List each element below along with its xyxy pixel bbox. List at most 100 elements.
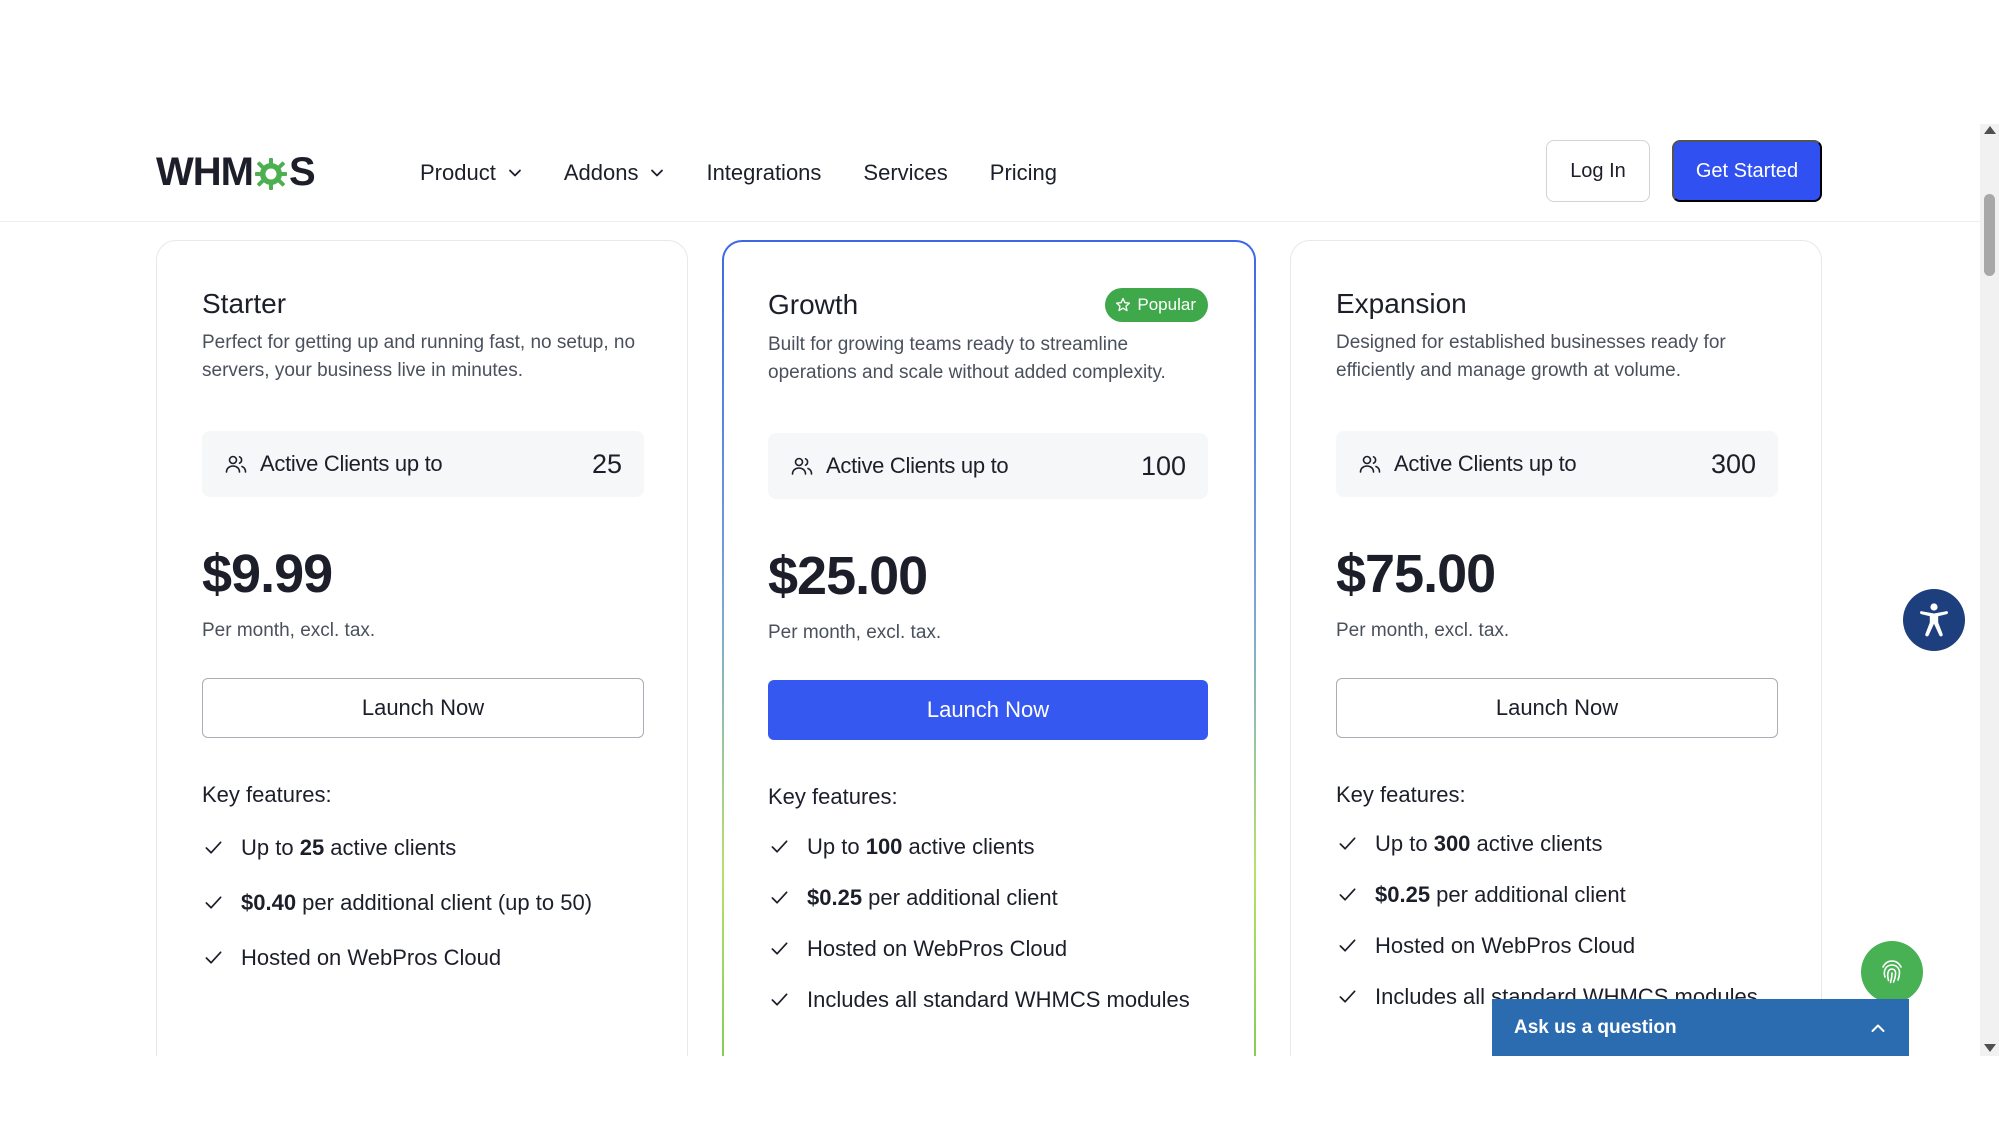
active-clients-value: 300 bbox=[1710, 448, 1756, 479]
active-clients-value: 25 bbox=[591, 448, 622, 479]
key-features-heading: Key features: bbox=[1336, 782, 1466, 807]
check-icon bbox=[771, 993, 788, 1006]
feature-list: Up to 25 active clients $0.40 per additi… bbox=[202, 831, 652, 996]
feature-item: $0.25 per additional client bbox=[1336, 878, 1786, 911]
launch-now-button[interactable]: Launch Now bbox=[202, 678, 644, 738]
feature-text: Up to bbox=[807, 834, 866, 859]
feature-text: per additional client (up to 50) bbox=[296, 890, 593, 915]
scroll-up-arrow-icon[interactable] bbox=[1984, 126, 1996, 134]
feature-text: per additional client bbox=[862, 885, 1058, 910]
feature-bold: 300 bbox=[1433, 831, 1471, 856]
nav-item-product[interactable]: Product bbox=[420, 160, 522, 186]
active-clients-label: Active Clients up to bbox=[826, 453, 1009, 478]
feature-bold: $0.40 bbox=[241, 890, 297, 915]
users-icon bbox=[225, 455, 247, 473]
launch-now-button[interactable]: Launch Now bbox=[768, 680, 1208, 740]
active-clients-box: Active Clients up to 25 bbox=[202, 431, 644, 497]
feature-bold: $0.25 bbox=[1375, 882, 1431, 907]
check-icon bbox=[1339, 888, 1356, 901]
plan-description: Perfect for getting up and running fast,… bbox=[202, 332, 636, 381]
ask-question-bar[interactable]: Ask us a question bbox=[1492, 999, 1909, 1056]
feature-item: Up to 100 active clients bbox=[768, 830, 1218, 863]
chevron-down-icon bbox=[651, 169, 664, 177]
browser-viewport: WHM S Product Addons Integrations Servic… bbox=[0, 124, 1999, 1056]
check-icon bbox=[205, 841, 222, 854]
plan-card-expansion: Expansion Designed for established busin… bbox=[1290, 240, 1822, 1056]
plan-name: Starter bbox=[202, 288, 287, 319]
feature-text: Hosted on WebPros Cloud bbox=[807, 936, 1068, 961]
badge-label: Popular bbox=[1137, 295, 1196, 314]
key-features-heading: Key features: bbox=[768, 784, 898, 809]
ask-question-label: Ask us a question bbox=[1514, 1016, 1677, 1038]
nav-item-pricing[interactable]: Pricing bbox=[990, 160, 1057, 186]
logo-text-start: WHM bbox=[156, 149, 254, 194]
feature-list: Up to 100 active clients $0.25 per addit… bbox=[768, 830, 1218, 1034]
plan-card-growth: Growth Popular Built for growing teams r… bbox=[722, 240, 1256, 1056]
feature-text: Hosted on WebPros Cloud bbox=[1375, 933, 1636, 958]
nav-label: Addons bbox=[563, 160, 639, 185]
popular-badge: Popular bbox=[1105, 288, 1208, 322]
check-icon bbox=[771, 942, 788, 955]
feature-text: active clients bbox=[324, 835, 457, 860]
feature-text: active clients bbox=[1470, 831, 1603, 856]
feature-item: $0.25 per additional client bbox=[768, 881, 1218, 914]
feature-item: Hosted on WebPros Cloud bbox=[768, 932, 1218, 965]
plan-name: Growth bbox=[768, 289, 859, 320]
nav-label: Integrations bbox=[706, 160, 822, 185]
nav-item-integrations[interactable]: Integrations bbox=[706, 160, 821, 186]
feature-item: Hosted on WebPros Cloud bbox=[202, 941, 652, 974]
feature-item: $0.40 per additional client (up to 50) bbox=[202, 886, 652, 919]
price-period: Per month, excl. tax. bbox=[768, 622, 942, 643]
feature-item: Up to 300 active clients bbox=[1336, 827, 1786, 860]
users-icon bbox=[1359, 455, 1381, 473]
accessibility-button[interactable] bbox=[1903, 589, 1965, 651]
active-clients-box: Active Clients up to 100 bbox=[768, 433, 1208, 499]
logo-text-end: S bbox=[288, 149, 316, 194]
active-clients-box: Active Clients up to 300 bbox=[1336, 431, 1778, 497]
nav-label: Product bbox=[420, 160, 496, 185]
nav-label: Pricing bbox=[989, 160, 1058, 185]
login-button[interactable]: Log In bbox=[1546, 140, 1650, 202]
star-icon bbox=[1116, 297, 1131, 312]
launch-now-button[interactable]: Launch Now bbox=[1336, 678, 1778, 738]
check-icon bbox=[771, 840, 788, 853]
nav-item-services[interactable]: Services bbox=[863, 160, 947, 186]
check-icon bbox=[205, 896, 222, 909]
feature-bold: 100 bbox=[865, 834, 903, 859]
fingerprint-icon bbox=[1882, 960, 1902, 984]
feature-text: active clients bbox=[902, 834, 1035, 859]
feature-text: per additional client bbox=[1430, 882, 1626, 907]
page-scrollbar[interactable] bbox=[1980, 124, 1999, 1056]
feature-item: Includes all standard WHMCS modules bbox=[768, 983, 1218, 1016]
get-started-button[interactable]: Get Started bbox=[1672, 140, 1822, 202]
key-features-heading: Key features: bbox=[202, 782, 332, 807]
nav-item-addons[interactable]: Addons bbox=[564, 160, 665, 186]
price-period: Per month, excl. tax. bbox=[1336, 620, 1510, 641]
plan-card-starter: Starter Perfect for getting up and runni… bbox=[156, 240, 688, 1056]
fingerprint-button[interactable] bbox=[1861, 941, 1923, 1003]
check-icon bbox=[205, 951, 222, 964]
plan-price: $75.00 bbox=[1336, 544, 1496, 604]
feature-bold: 25 bbox=[299, 835, 325, 860]
check-icon bbox=[1339, 990, 1356, 1003]
feature-bold: $0.25 bbox=[807, 885, 863, 910]
feature-text: Includes all standard WHMCS modules bbox=[807, 987, 1190, 1012]
scroll-down-arrow-icon[interactable] bbox=[1984, 1044, 1996, 1052]
feature-text: Hosted on WebPros Cloud bbox=[241, 945, 502, 970]
feature-text: Up to bbox=[241, 835, 300, 860]
check-icon bbox=[771, 891, 788, 904]
price-period: Per month, excl. tax. bbox=[202, 620, 376, 641]
active-clients-value: 100 bbox=[1140, 450, 1186, 481]
main-nav: Product Addons Integrations Services Pri… bbox=[420, 152, 1099, 194]
gear-logo-icon bbox=[254, 156, 288, 190]
plan-description: Built for growing teams ready to streaml… bbox=[768, 334, 1166, 383]
check-icon bbox=[1339, 837, 1356, 850]
site-header: WHM S Product Addons Integrations Servic… bbox=[0, 124, 1980, 222]
plan-price: $9.99 bbox=[202, 544, 333, 604]
feature-item: Up to 25 active clients bbox=[202, 831, 652, 864]
scroll-thumb[interactable] bbox=[1984, 194, 1995, 276]
chevron-down-icon bbox=[508, 169, 521, 177]
whmcs-logo[interactable]: WHM S bbox=[156, 149, 316, 194]
plan-description: Designed for established businesses read… bbox=[1336, 332, 1726, 381]
plan-name: Expansion bbox=[1336, 288, 1467, 319]
